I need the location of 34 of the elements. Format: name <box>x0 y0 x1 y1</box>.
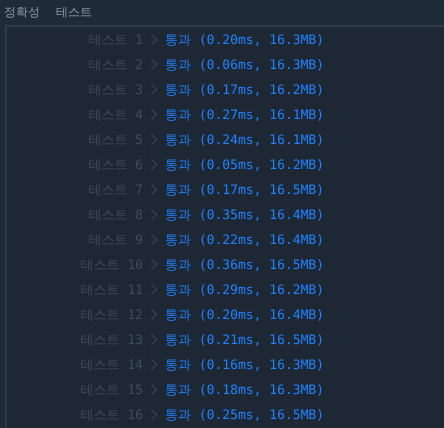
test-result: 통과 (0.18ms, 16.3MB) <box>165 382 326 398</box>
chevron-icon <box>151 109 157 120</box>
chevron-icon <box>151 309 157 320</box>
test-result: 통과 (0.05ms, 16.2MB) <box>165 156 326 174</box>
test-result: 통과 (0.20ms, 16.3MB) <box>165 32 326 48</box>
chevron-icon <box>151 84 157 95</box>
column-heading: 정확성 <box>4 4 40 21</box>
column-heading: 테스트 <box>56 4 92 21</box>
test-result: 통과 (0.20ms, 16.4MB) <box>165 306 326 324</box>
test-result: 통과 (0.21ms, 16.5MB) <box>165 332 326 348</box>
chevron-icon <box>151 284 157 295</box>
test-result: 통과 (0.17ms, 16.2MB) <box>165 82 326 98</box>
test-result: 통과 (0.16ms, 16.3MB) <box>165 356 326 374</box>
test-result: 통과 (0.36ms, 16.5MB) <box>165 256 326 274</box>
test-result: 통과 (0.25ms, 16.5MB) <box>165 406 326 424</box>
test-result: 통과 (0.29ms, 16.2MB) <box>165 282 326 298</box>
chevron-icon <box>151 34 157 45</box>
test-result: 통과 (0.17ms, 16.5MB) <box>165 182 326 198</box>
test-result: 통과 (0.35ms, 16.4MB) <box>165 206 326 224</box>
chevron-icon <box>151 209 157 220</box>
chevron-icon <box>151 384 157 395</box>
chevron-icon <box>151 359 157 370</box>
chevron-icon <box>151 334 157 345</box>
test-result: 통과 (0.27ms, 16.1MB) <box>165 106 326 124</box>
chevron-icon <box>151 59 157 70</box>
chevron-icon <box>151 159 157 170</box>
chevron-icon <box>151 234 157 245</box>
chevron-icon <box>151 134 157 145</box>
test-result: 통과 (0.06ms, 16.3MB) <box>165 56 326 74</box>
chevron-icon <box>151 184 157 195</box>
chevron-icon <box>151 259 157 270</box>
test-result: 통과 (0.22ms, 16.4MB) <box>165 232 326 248</box>
chevron-icon <box>151 409 157 420</box>
test-result: 통과 (0.24ms, 16.1MB) <box>165 132 326 148</box>
